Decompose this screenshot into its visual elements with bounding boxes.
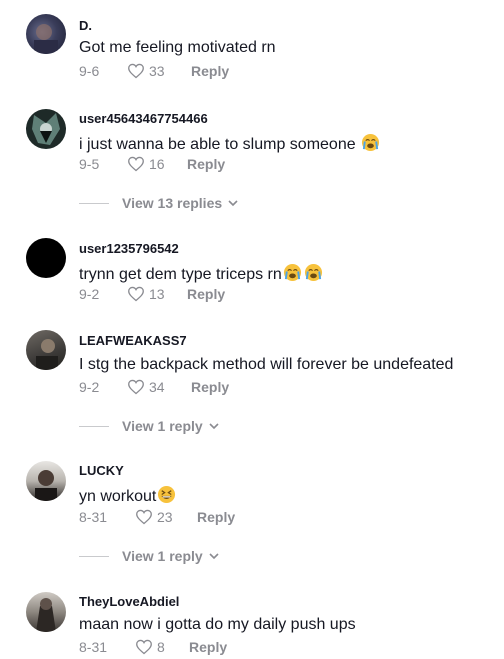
loudly-crying-emoji [283, 263, 301, 282]
comment-username[interactable]: TheyLoveAbdiel [79, 594, 179, 609]
like-count: 13 [149, 286, 165, 302]
avatar[interactable] [26, 330, 66, 370]
view-replies-button[interactable]: View 1 reply [79, 546, 219, 566]
heart-outline-icon [128, 286, 144, 302]
chevron-down-icon [209, 552, 219, 559]
view-replies-button[interactable]: View 13 replies [79, 193, 238, 213]
comment-date: 9-2 [79, 286, 100, 302]
reply-button[interactable]: Reply [187, 156, 225, 172]
heart-outline-icon [128, 63, 144, 79]
divider-line [79, 202, 109, 204]
comment-text: trynn get dem type triceps rn [79, 263, 323, 284]
avatar[interactable] [26, 14, 66, 54]
reply-button[interactable]: Reply [191, 379, 229, 395]
reply-button[interactable]: Reply [189, 639, 227, 655]
heart-outline-icon [136, 639, 152, 655]
comment-text: i just wanna be able to slump someone [79, 133, 380, 154]
heart-outline-icon [128, 156, 144, 172]
avatar[interactable] [26, 592, 66, 632]
reply-button[interactable]: Reply [191, 63, 229, 79]
view-replies-button[interactable]: View 1 reply [79, 416, 219, 436]
avatar[interactable] [26, 238, 66, 278]
loudly-crying-emoji [304, 263, 322, 282]
avatar[interactable] [26, 109, 66, 149]
like-count: 16 [149, 156, 165, 172]
comment-username[interactable]: user45643467754466 [79, 111, 208, 126]
comment-date: 9-2 [79, 379, 100, 395]
heart-outline-icon [136, 509, 152, 525]
heart-outline-icon [128, 379, 144, 395]
comment-username[interactable]: LEAFWEAKASS7 [79, 333, 187, 348]
comment-text: maan now i gotta do my daily push ups [79, 616, 356, 633]
divider-line [79, 555, 109, 557]
like-button[interactable]: 34 [127, 379, 165, 395]
comment-text-content: trynn get dem type triceps rn [79, 266, 282, 283]
like-button[interactable]: 13 [127, 286, 165, 302]
like-button[interactable]: 8 [135, 639, 165, 655]
like-count: 33 [149, 63, 165, 79]
reply-button[interactable]: Reply [197, 509, 235, 525]
comment-date: 8-31 [79, 639, 108, 655]
comment-text: yn workout [79, 485, 176, 506]
comment-username[interactable]: LUCKY [79, 463, 124, 478]
avatar[interactable] [26, 461, 66, 501]
grinning-squinting-emoji [158, 485, 176, 504]
loudly-crying-emoji [362, 133, 380, 152]
divider-line [79, 425, 109, 427]
like-button[interactable]: 33 [127, 63, 165, 79]
comment-date: 8-31 [79, 509, 108, 525]
like-count: 8 [157, 639, 165, 655]
comment-text: I stg the backpack method will forever b… [79, 356, 454, 373]
comment-text-content: i just wanna be able to slump someone [79, 136, 361, 153]
like-button[interactable]: 16 [127, 156, 165, 172]
comment-text: Got me feeling motivated rn [79, 39, 276, 56]
comment-username[interactable]: user1235796542 [79, 241, 179, 256]
view-replies-label: View 1 reply [122, 418, 203, 434]
chevron-down-icon [228, 199, 238, 206]
like-count: 23 [157, 509, 173, 525]
comment-date: 9-6 [79, 63, 100, 79]
view-replies-label: View 1 reply [122, 548, 203, 564]
comment-username[interactable]: D. [79, 18, 92, 33]
like-count: 34 [149, 379, 165, 395]
chevron-down-icon [209, 422, 219, 429]
comment-date: 9-5 [79, 156, 100, 172]
like-button[interactable]: 23 [135, 509, 173, 525]
comment-text-content: yn workout [79, 488, 157, 505]
reply-button[interactable]: Reply [187, 286, 225, 302]
view-replies-label: View 13 replies [122, 195, 223, 211]
